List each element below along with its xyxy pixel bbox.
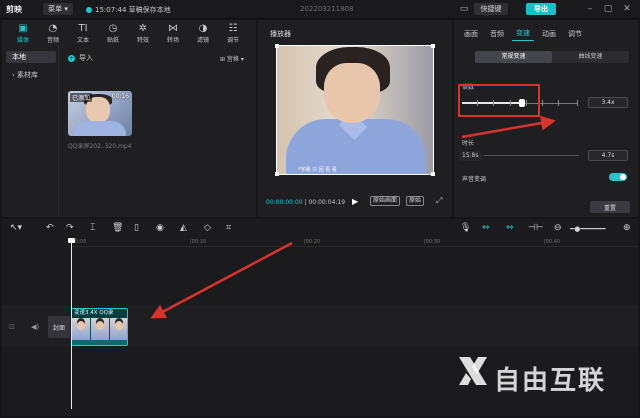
watermark-text: 自由互联 [494, 366, 607, 396]
arrow-to-speed [461, 115, 556, 139]
annotation-arrows [150, 115, 556, 319]
watermark-logo-icon [459, 357, 487, 385]
arrow-to-clip [150, 241, 293, 319]
